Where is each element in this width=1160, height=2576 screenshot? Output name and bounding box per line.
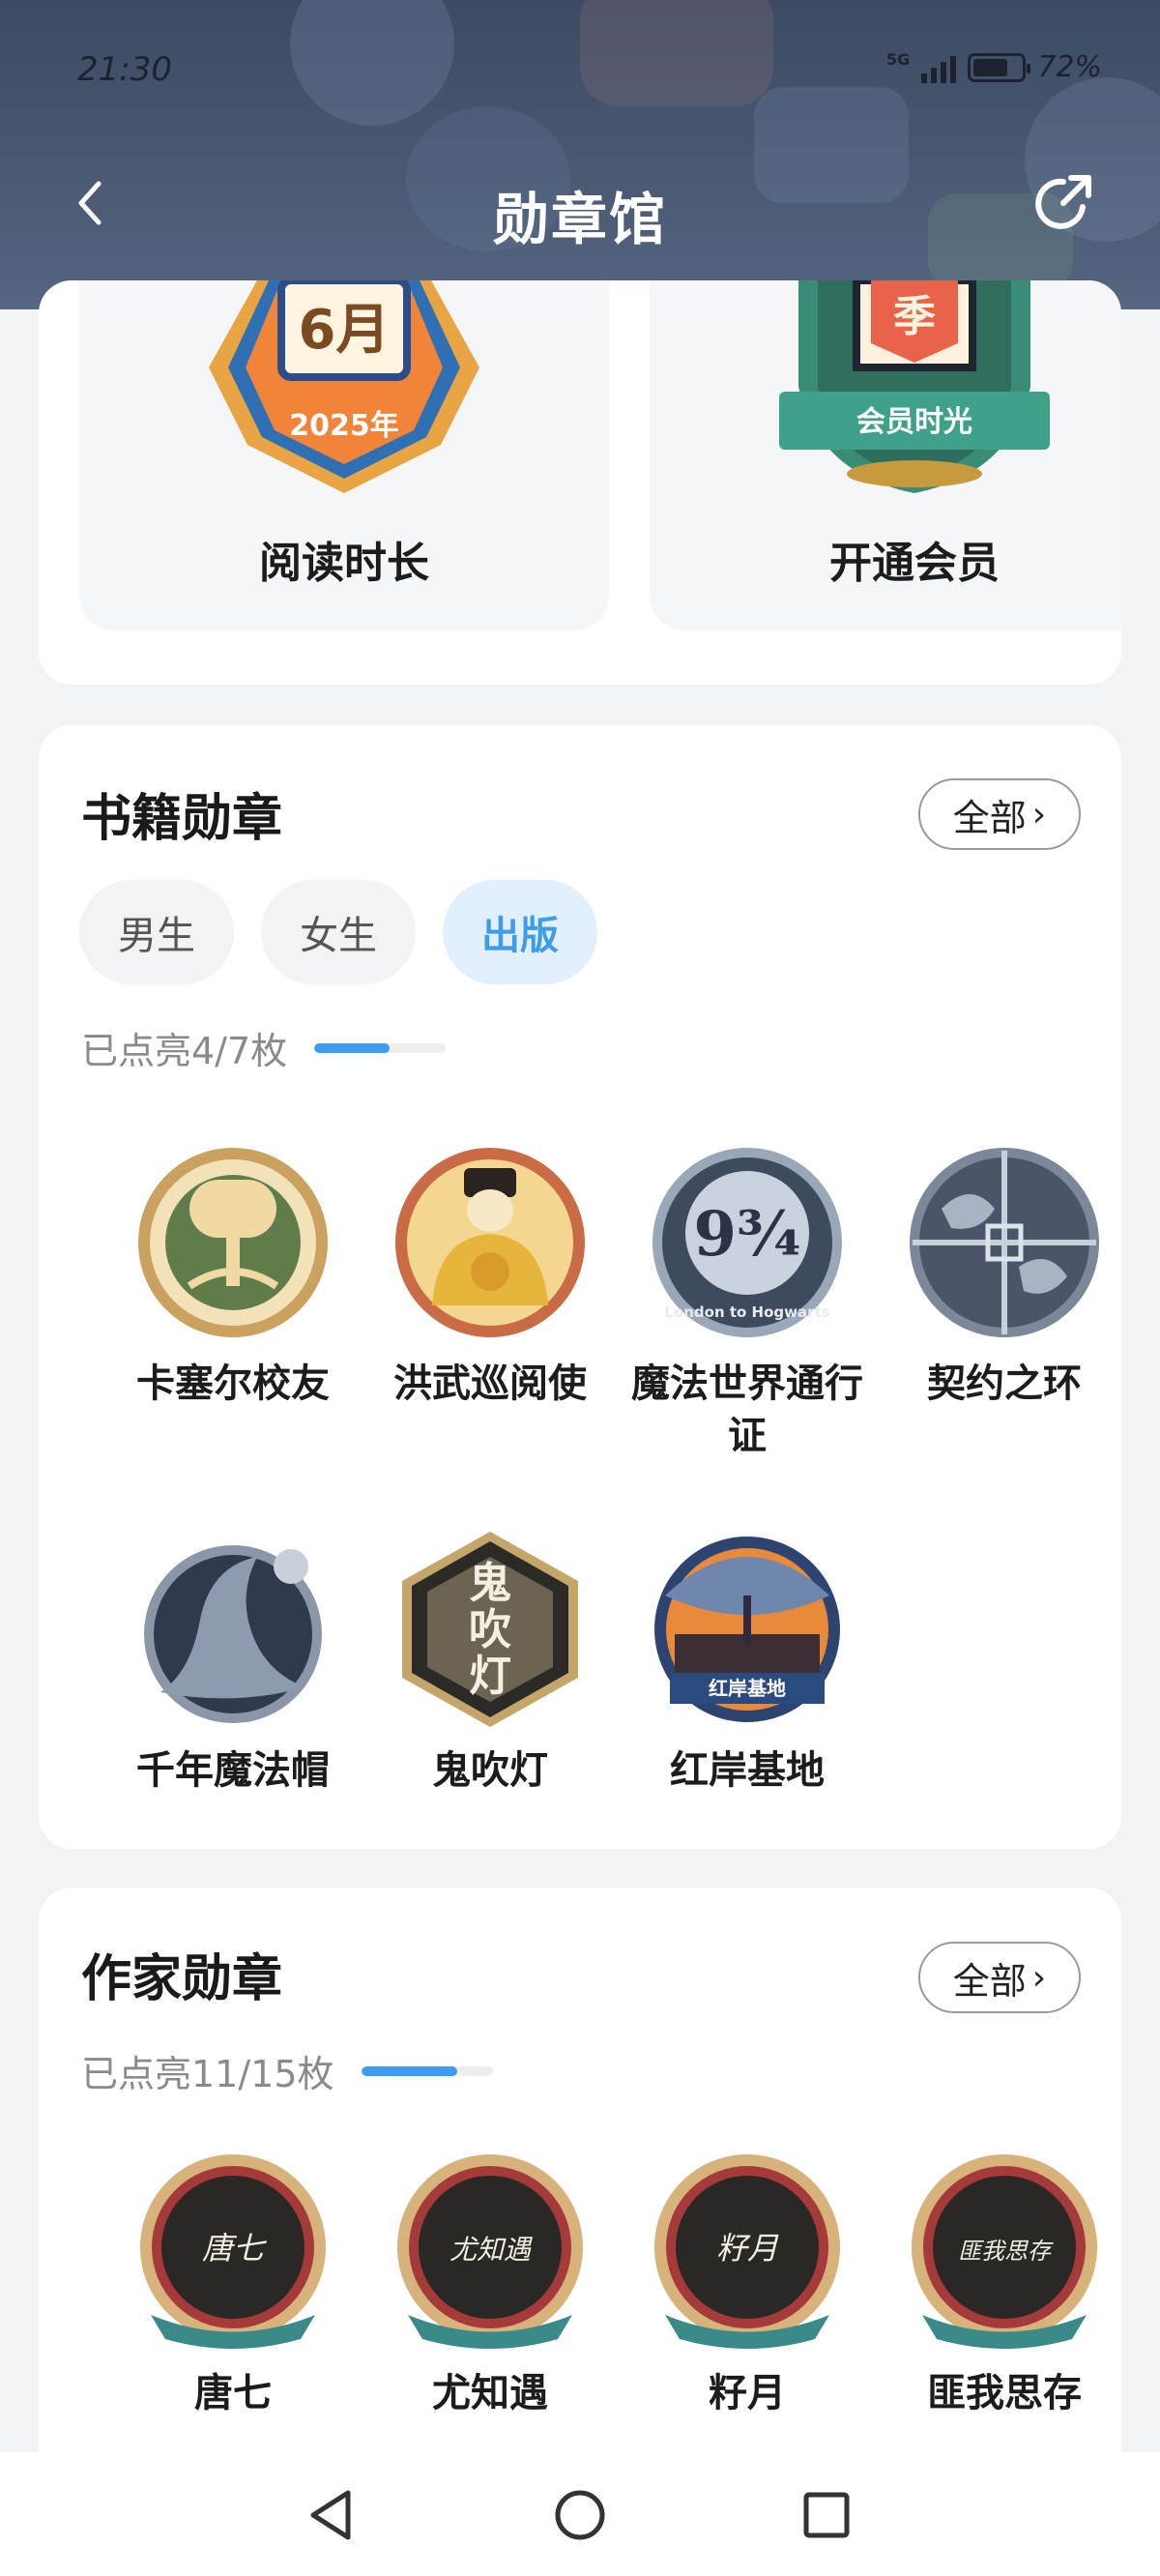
medal-item[interactable]: 鬼 吹 灯 鬼吹灯 bbox=[362, 1528, 619, 1797]
progress-text: 已点亮11/15枚 bbox=[81, 2053, 334, 2095]
all-label: 全部 bbox=[952, 796, 1027, 839]
tile-membership[interactable]: 季 会员时光 开通会员 bbox=[650, 280, 1121, 630]
all-label: 全部 bbox=[952, 1959, 1027, 2003]
author-progress: 已点亮11/15枚 bbox=[81, 2044, 493, 2097]
tile-label: 开通会员 bbox=[829, 539, 1000, 588]
page-title: 勋章馆 bbox=[492, 187, 667, 252]
svg-text:尤知遇: 尤知遇 bbox=[450, 2234, 533, 2266]
status-bar: 21:30 5G 72% bbox=[77, 50, 1102, 89]
medal-name: 千年魔法帽 bbox=[136, 1748, 330, 1793]
author-medal-item[interactable]: 唐七 唐七 bbox=[104, 2151, 362, 2419]
nav-back-icon[interactable] bbox=[300, 2481, 367, 2549]
emperor-medal-icon bbox=[395, 1148, 585, 1337]
status-right: 5G 72% bbox=[886, 50, 1102, 84]
medal-name: 唐七 bbox=[194, 2371, 272, 2415]
svg-text:唐七: 唐七 bbox=[202, 2230, 267, 2267]
membership-badge-icon: 季 会员时光 bbox=[779, 280, 1050, 493]
header: 21:30 5G 72% 勋章馆 bbox=[0, 0, 1160, 309]
ghost-lamp-glyph: 鬼 bbox=[469, 1559, 511, 1608]
progress-bar bbox=[314, 1042, 447, 1053]
medal-item[interactable]: 契约之环 bbox=[876, 1141, 1121, 1410]
battery-icon bbox=[968, 52, 1031, 82]
signature-medal-icon: 籽月 bbox=[654, 2154, 840, 2349]
medal-name: 鬼吹灯 bbox=[432, 1748, 548, 1793]
contract-ring-medal-icon bbox=[910, 1148, 1099, 1337]
book-progress: 已点亮4/7枚 bbox=[81, 1021, 447, 1074]
signature-medal-icon: 唐七 bbox=[140, 2154, 326, 2349]
svg-text:9¾: 9¾ bbox=[693, 1198, 800, 1271]
tab-male[interactable]: 男生 bbox=[79, 880, 234, 984]
tab-publish[interactable]: 出版 bbox=[443, 880, 597, 984]
svg-text:2025年: 2025年 bbox=[289, 409, 399, 443]
radar-base-medal-icon: 红岸基地 bbox=[654, 1537, 840, 1722]
medal-item[interactable]: 洪武巡阅使 bbox=[362, 1141, 619, 1410]
section-title: 书籍勋章 bbox=[81, 790, 283, 848]
author-medal-item[interactable]: 尤知遇 尤知遇 bbox=[362, 2151, 619, 2419]
medal-item[interactable]: 千年魔法帽 bbox=[104, 1528, 362, 1797]
svg-text:红岸基地: 红岸基地 bbox=[709, 1677, 786, 1700]
medal-item[interactable]: 9¾ London to Hogwarts 魔法世界通行证 bbox=[619, 1141, 876, 1462]
signature-medal-icon: 匪我思存 bbox=[912, 2154, 1097, 2349]
tile-label: 阅读时长 bbox=[259, 539, 429, 588]
ghost-lamp-medal-icon: 鬼 吹 灯 bbox=[402, 1532, 578, 1727]
medal-name: 魔法世界通行证 bbox=[631, 1361, 863, 1458]
progress-bar bbox=[361, 2065, 493, 2076]
chevron-right-icon: › bbox=[1031, 794, 1047, 834]
progress-bar-fill bbox=[361, 2065, 457, 2076]
section-title: 作家勋章 bbox=[81, 1950, 283, 2008]
nav-recents-icon[interactable] bbox=[793, 2481, 860, 2549]
chevron-right-icon: › bbox=[1031, 1957, 1047, 1998]
book-medals-all-button[interactable]: 全部 › bbox=[918, 778, 1081, 850]
svg-text:London to Hogwarts: London to Hogwarts bbox=[664, 1303, 829, 1321]
tab-female[interactable]: 女生 bbox=[261, 880, 416, 984]
medal-item[interactable]: 卡塞尔校友 bbox=[104, 1141, 362, 1410]
medal-name: 洪武巡阅使 bbox=[393, 1361, 587, 1406]
ghost-lamp-glyph: 吹 bbox=[469, 1605, 511, 1654]
medal-name: 红岸基地 bbox=[670, 1748, 825, 1793]
medal-name: 卡塞尔校友 bbox=[136, 1361, 330, 1406]
tree-medal-icon bbox=[138, 1148, 328, 1337]
category-tabs: 男生 女生 出版 bbox=[79, 880, 597, 984]
svg-text:匪我思存: 匪我思存 bbox=[958, 2238, 1054, 2265]
svg-text:6月: 6月 bbox=[299, 299, 391, 362]
battery-percent: 72% bbox=[1037, 50, 1102, 84]
tile-reading-time[interactable]: 6月 2025年 阅读时长 bbox=[79, 280, 609, 630]
medal-item[interactable]: 红岸基地 红岸基地 bbox=[619, 1528, 876, 1797]
medal-name: 尤知遇 bbox=[432, 2371, 548, 2415]
magic-hat-medal-icon bbox=[144, 1545, 322, 1723]
progress-text: 已点亮4/7枚 bbox=[81, 1030, 288, 1072]
medal-name: 籽月 bbox=[709, 2371, 786, 2415]
system-nav-bar bbox=[0, 2452, 1160, 2576]
signature-medal-icon: 尤知遇 bbox=[397, 2154, 583, 2349]
signal-icon bbox=[921, 52, 957, 83]
author-medal-item[interactable]: 籽月 籽月 bbox=[619, 2151, 876, 2419]
status-time: 21:30 bbox=[77, 50, 172, 89]
nav-bar: 勋章馆 bbox=[0, 155, 1160, 252]
author-medals-all-button[interactable]: 全部 › bbox=[918, 1942, 1081, 2013]
author-medal-item[interactable]: 匪我思存 匪我思存 bbox=[876, 2151, 1121, 2419]
activity-medals-card: 6月 2025年 阅读时长 季 会员时光 开通会员 bbox=[39, 280, 1121, 685]
platform-medal-icon: 9¾ London to Hogwarts bbox=[652, 1148, 842, 1337]
medal-name: 匪我思存 bbox=[927, 2371, 1082, 2415]
svg-text:籽月: 籽月 bbox=[716, 2230, 779, 2267]
progress-bar-fill bbox=[314, 1042, 390, 1053]
medal-name: 契约之环 bbox=[927, 1361, 1082, 1406]
book-medals-card: 书籍勋章 全部 › 男生 女生 出版 已点亮4/7枚 卡塞尔校友 洪武巡阅使 9… bbox=[39, 725, 1121, 1849]
network-type: 5G bbox=[886, 50, 911, 69]
svg-text:会员时光: 会员时光 bbox=[856, 405, 972, 439]
nav-home-icon[interactable] bbox=[546, 2481, 614, 2549]
ghost-lamp-glyph: 灯 bbox=[469, 1652, 511, 1701]
svg-text:季: 季 bbox=[893, 292, 936, 341]
reading-badge-icon: 6月 2025年 bbox=[209, 280, 479, 493]
share-icon[interactable] bbox=[1029, 170, 1096, 238]
